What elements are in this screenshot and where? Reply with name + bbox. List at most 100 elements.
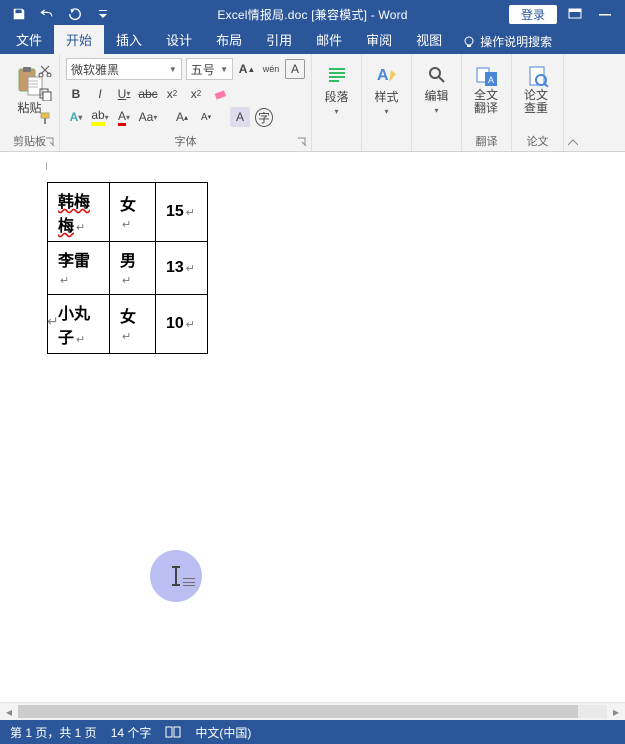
subscript-icon[interactable]: x2 [162, 84, 182, 104]
document-area[interactable]: 韩梅梅↵ 女↵ 15↵ 李雷↵ 男↵ 13↵ 小丸子↵ 女↵ 10↵ ↵ [0, 152, 625, 702]
shrink-font-icon[interactable]: A▾ [196, 107, 216, 127]
grow-font2-icon[interactable]: A▴ [172, 107, 192, 127]
highlight-icon[interactable]: ab▾ [90, 107, 110, 127]
ribbon: 粘贴 剪贴板 微软雅黑▼ 五号▼ A▲ wén A B I U▾ abc x [0, 54, 625, 152]
quick-access-toolbar [0, 3, 116, 25]
status-page[interactable]: 第 1 页，共 1 页 [10, 724, 97, 741]
table-row[interactable]: 小丸子↵ 女↵ 10↵ [48, 295, 208, 354]
table-row[interactable]: 李雷↵ 男↵ 13↵ [48, 242, 208, 295]
cut-icon[interactable] [35, 60, 55, 80]
status-language[interactable]: 中文(中国) [195, 724, 251, 741]
cell-text: 15 [166, 203, 184, 220]
text-effects-icon[interactable]: A▾ [66, 107, 86, 127]
character-border-icon[interactable]: A [285, 59, 305, 79]
font-color-icon[interactable]: A▾ [114, 107, 134, 127]
styles-button[interactable]: A 样式▾ [368, 58, 405, 122]
collapse-ribbon-icon[interactable] [564, 54, 582, 151]
undo-icon[interactable] [34, 3, 60, 25]
cell-text: 李雷 [58, 253, 90, 270]
paragraph-mark-icon: ↵ [47, 313, 59, 330]
clear-formatting-icon[interactable] [210, 84, 230, 104]
font-size-value: 五号 [191, 61, 215, 78]
minimize-icon[interactable] [593, 3, 617, 25]
document-table[interactable]: 韩梅梅↵ 女↵ 15↵ 李雷↵ 男↵ 13↵ 小丸子↵ 女↵ 10↵ [47, 182, 208, 354]
change-case-icon[interactable]: Aa▾ [138, 107, 158, 127]
tab-insert[interactable]: 插入 [104, 25, 154, 54]
copy-icon[interactable] [35, 84, 55, 104]
group-paragraph: 段落▾ [312, 54, 362, 151]
tab-references[interactable]: 引用 [254, 25, 304, 54]
font-name-value: 微软雅黑 [71, 61, 119, 78]
font-launcher-icon[interactable] [295, 135, 309, 149]
titlebar-right: 登录 [509, 3, 625, 25]
group-editing: 编辑▾ [412, 54, 462, 151]
paragraph-button[interactable]: 段落▾ [318, 58, 355, 122]
status-word-count[interactable]: 14 个字 [111, 724, 152, 741]
scroll-left-icon[interactable]: ◂ [0, 703, 18, 721]
svg-text:A: A [377, 67, 389, 84]
font-name-select[interactable]: 微软雅黑 ▼ [66, 58, 182, 80]
horizontal-scrollbar[interactable]: ◂ ▸ [0, 702, 625, 720]
translate-group-label: 翻译 [468, 131, 505, 149]
paragraph-icon [326, 64, 348, 86]
group-styles: A 样式▾ [362, 54, 412, 151]
ribbon-tabs: 文件 开始 插入 设计 布局 引用 邮件 审阅 视图 操作说明搜索 [0, 28, 625, 54]
cursor-indicator [150, 550, 202, 602]
tab-file[interactable]: 文件 [4, 25, 54, 54]
font-size-select[interactable]: 五号 ▼ [186, 58, 233, 80]
tab-layout[interactable]: 布局 [204, 25, 254, 54]
format-painter-icon[interactable] [35, 108, 55, 128]
clipboard-launcher-icon[interactable] [43, 135, 57, 149]
underline-icon[interactable]: U▾ [114, 84, 134, 104]
character-shading-icon[interactable]: A [230, 107, 250, 127]
lightbulb-icon [462, 35, 476, 49]
bold-icon[interactable]: B [66, 84, 86, 104]
status-bar: 第 1 页，共 1 页 14 个字 中文(中国) [0, 720, 625, 744]
group-clipboard: 粘贴 剪贴板 [0, 54, 60, 151]
cell-text: 男 [120, 253, 136, 270]
translate-label: 全文翻译 [474, 89, 499, 115]
font-group-label: 字体 [66, 131, 305, 149]
scroll-right-icon[interactable]: ▸ [607, 703, 625, 721]
cell-text: 女 [120, 309, 136, 326]
translate-button[interactable]: A 全文翻译 [468, 58, 505, 122]
return-mark-icon: ↵ [76, 222, 85, 234]
proofing-icon[interactable] [165, 726, 181, 738]
strikethrough-icon[interactable]: abc [138, 84, 158, 104]
save-icon[interactable] [6, 3, 32, 25]
qat-customize-icon[interactable] [90, 3, 116, 25]
scroll-thumb[interactable] [18, 705, 578, 718]
margin-marker [46, 162, 47, 170]
paper-check-icon [526, 65, 550, 87]
window-title: Excel情报局.doc [兼容模式] - Word [116, 6, 509, 23]
login-button[interactable]: 登录 [509, 5, 557, 24]
redo-icon[interactable] [62, 3, 88, 25]
group-font: 微软雅黑 ▼ 五号 ▼ A▲ wén A B I U▾ abc x2 x2 A▾ a… [60, 54, 312, 151]
italic-icon[interactable]: I [90, 84, 110, 104]
paper-check-button[interactable]: 论文查重 [518, 58, 557, 122]
tab-view[interactable]: 视图 [404, 25, 454, 54]
cell-text: 女 [120, 197, 136, 214]
table-row[interactable]: 韩梅梅↵ 女↵ 15↵ [48, 183, 208, 242]
tell-me-search[interactable]: 操作说明搜索 [454, 29, 560, 54]
tab-review[interactable]: 审阅 [354, 25, 404, 54]
group-translate: A 全文翻译 翻译 [462, 54, 512, 151]
grow-font-icon[interactable]: A▲ [237, 59, 257, 79]
cell-text: 小丸子 [58, 306, 90, 347]
ribbon-display-icon[interactable] [563, 3, 587, 25]
phonetic-guide-icon[interactable]: wén [261, 59, 281, 79]
chevron-down-icon: ▼ [169, 65, 177, 74]
styles-icon: A [375, 64, 399, 86]
tab-design[interactable]: 设计 [154, 25, 204, 54]
styles-label: 样式 [374, 88, 398, 105]
paper-check-label: 论文查重 [524, 89, 551, 115]
superscript-icon[interactable]: x2 [186, 84, 206, 104]
chevron-down-icon: ▼ [220, 65, 228, 74]
editing-label: 编辑 [424, 87, 448, 104]
tab-home[interactable]: 开始 [54, 25, 104, 54]
editing-button[interactable]: 编辑▾ [418, 58, 455, 122]
cell-text: 13 [166, 259, 184, 276]
tab-mailings[interactable]: 邮件 [304, 25, 354, 54]
tell-me-label: 操作说明搜索 [480, 33, 552, 50]
enclose-characters-icon[interactable]: 字 [254, 107, 274, 127]
